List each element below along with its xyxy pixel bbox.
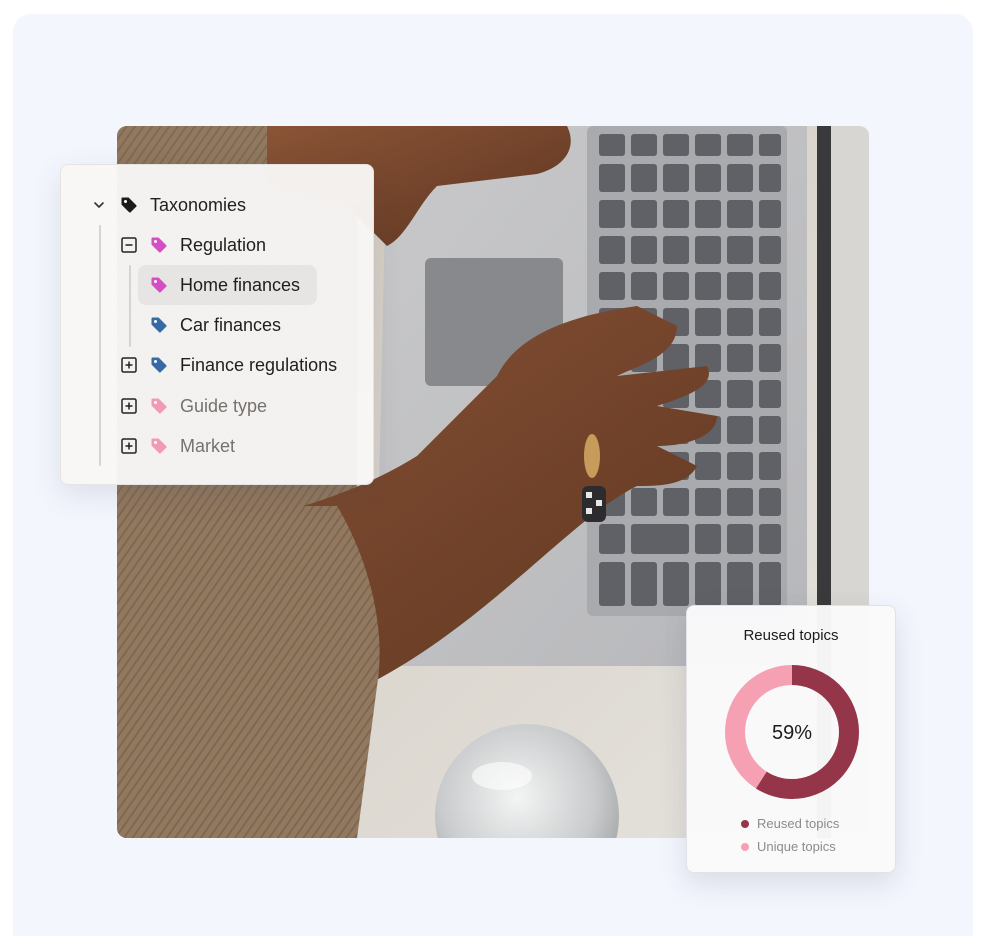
expand-icon[interactable]	[121, 398, 137, 414]
tag-icon	[151, 237, 167, 253]
tag-icon	[151, 357, 167, 373]
collapse-icon[interactable]	[121, 237, 137, 253]
tree-item-label: Taxonomies	[150, 194, 247, 215]
taxonomy-tree-panel: Taxonomies Regulation Home finances Car …	[60, 164, 374, 485]
tree-item-label: Guide type	[180, 395, 268, 416]
tree-item-guide-type[interactable]: Guide type	[150, 386, 267, 426]
legend-label: Reused topics	[757, 816, 840, 831]
tree-item-label: Finance regulations	[180, 354, 338, 375]
reused-topics-card: Reused topics 59% Reused topics Unique t…	[686, 605, 896, 873]
legend-item-unique: Unique topics	[741, 839, 836, 854]
legend-dot	[741, 819, 749, 828]
chart-title: Reused topics	[743, 627, 839, 644]
tree-item-home-finances[interactable]: Home finances	[138, 265, 317, 305]
tree-item-label: Car finances	[180, 314, 282, 335]
tree-guide-line	[129, 265, 131, 347]
tag-icon	[151, 277, 167, 293]
chevron-down-icon[interactable]	[92, 198, 106, 212]
tree-item-regulation[interactable]: Regulation	[150, 225, 266, 265]
tree-item-finance-regulations[interactable]: Finance regulations	[150, 345, 337, 385]
tag-icon	[151, 438, 167, 454]
tree-item-label: Home finances	[180, 274, 301, 295]
tree-item-market[interactable]: Market	[150, 426, 235, 466]
expand-icon[interactable]	[121, 438, 137, 454]
legend-label: Unique topics	[757, 839, 836, 854]
tag-icon	[151, 398, 167, 414]
expand-icon[interactable]	[121, 357, 137, 373]
legend-dot	[741, 842, 749, 851]
tree-item-taxonomies[interactable]: Taxonomies	[120, 185, 246, 225]
tree-item-car-finances[interactable]: Car finances	[150, 305, 281, 345]
tree-item-label: Regulation	[180, 234, 267, 255]
donut-chart: 59%	[725, 665, 859, 799]
legend-item-reused: Reused topics	[741, 816, 839, 831]
tree-guide-line	[99, 225, 101, 466]
tree-item-label: Market	[180, 435, 236, 456]
tag-icon	[121, 197, 137, 213]
tag-icon	[151, 317, 167, 333]
donut-center-value: 59%	[772, 722, 812, 744]
